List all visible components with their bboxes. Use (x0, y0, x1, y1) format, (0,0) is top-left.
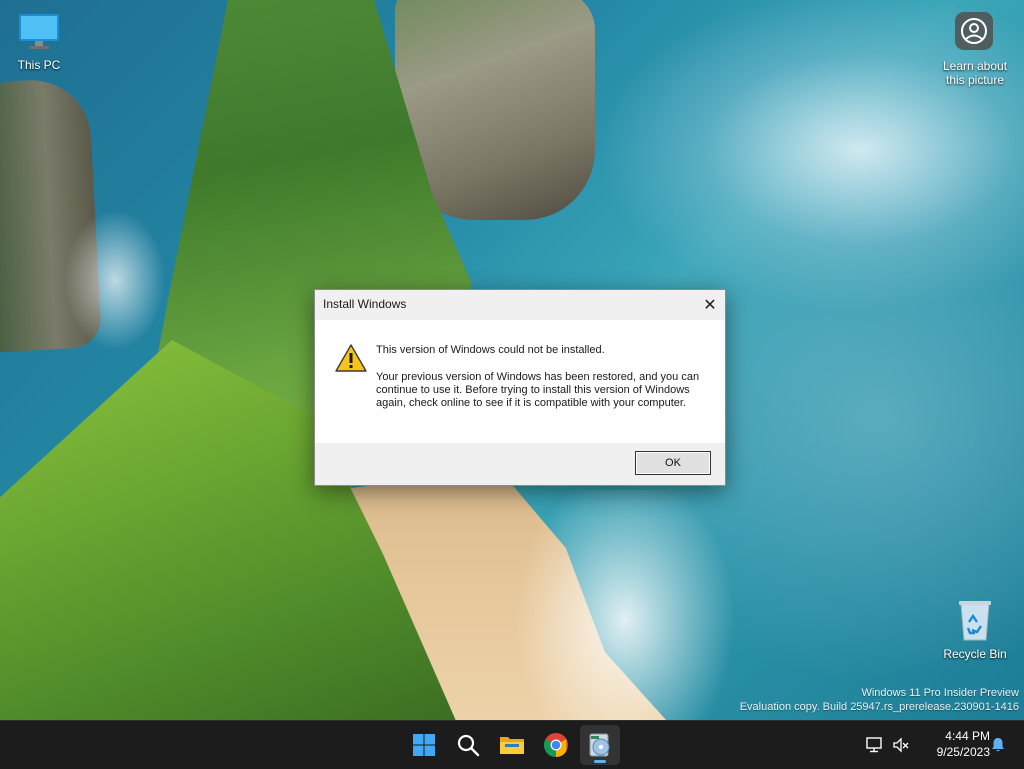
search-icon (457, 734, 480, 757)
recycle-bin-icon (959, 601, 991, 641)
desktop-icon-label: this picture (945, 73, 1005, 87)
watermark-line2: Evaluation copy. Build 25947.rs_prerelea… (739, 701, 1019, 713)
monitor-icon (19, 14, 59, 49)
close-icon: ✕ (703, 297, 717, 314)
search-button[interactable] (448, 725, 488, 765)
dialog-message: This version of Windows could not be ins… (376, 344, 706, 410)
wallpaper-surf-left (60, 200, 170, 360)
warning-icon (335, 344, 367, 372)
chrome-button[interactable] (536, 725, 576, 765)
folder-icon (500, 737, 524, 754)
desktop-icon-label: Recycle Bin (943, 647, 1007, 661)
desktop-icon-recycle-bin[interactable]: Recycle Bin (935, 596, 1015, 664)
install-windows-dialog: Install Windows ✕ This version of Window… (314, 289, 726, 486)
setup-disc-icon (589, 733, 610, 757)
dialog-heading: This version of Windows could not be ins… (376, 344, 605, 356)
dialog-body: This version of Windows could not be ins… (315, 320, 725, 443)
network-icon (866, 737, 882, 753)
camera-icon (955, 12, 993, 50)
start-button[interactable] (404, 725, 444, 765)
close-button[interactable]: ✕ (695, 290, 725, 320)
volume-muted-icon (893, 737, 909, 753)
desktop-icon-this-pc[interactable]: This PC (0, 0, 80, 80)
desktop-icon-learn-about-picture[interactable]: Learn about this picture (935, 0, 1015, 90)
ok-button[interactable]: OK (635, 451, 711, 475)
setup-button[interactable] (580, 725, 620, 765)
bell-icon (992, 738, 1004, 752)
network-volume-tray[interactable] (860, 725, 916, 765)
desktop-icon-label: Learn about (942, 59, 1008, 73)
taskbar-clock[interactable]: 4:44 PM 9/25/2023 (918, 728, 990, 760)
file-explorer-button[interactable] (492, 725, 532, 765)
clock-date: 9/25/2023 (936, 745, 990, 759)
active-indicator (594, 760, 606, 763)
dialog-body-text: Your previous version of Windows has bee… (376, 371, 700, 409)
desktop-icon-label: This PC (17, 58, 61, 72)
dialog-footer: OK (315, 443, 725, 485)
chrome-icon (543, 733, 568, 757)
build-watermark: Windows 11 Pro Insider Preview Evaluatio… (740, 686, 1019, 714)
dialog-title: Install Windows (323, 297, 407, 311)
windows-logo-icon (413, 734, 435, 756)
taskbar: 4:44 PM 9/25/2023 (0, 720, 1024, 769)
notification-button[interactable] (984, 725, 1012, 765)
watermark-line1: Windows 11 Pro Insider Preview (861, 687, 1019, 699)
dialog-title-bar[interactable]: Install Windows ✕ (315, 290, 725, 320)
clock-time: 4:44 PM (945, 729, 990, 743)
wallpaper-surf (505, 490, 745, 720)
